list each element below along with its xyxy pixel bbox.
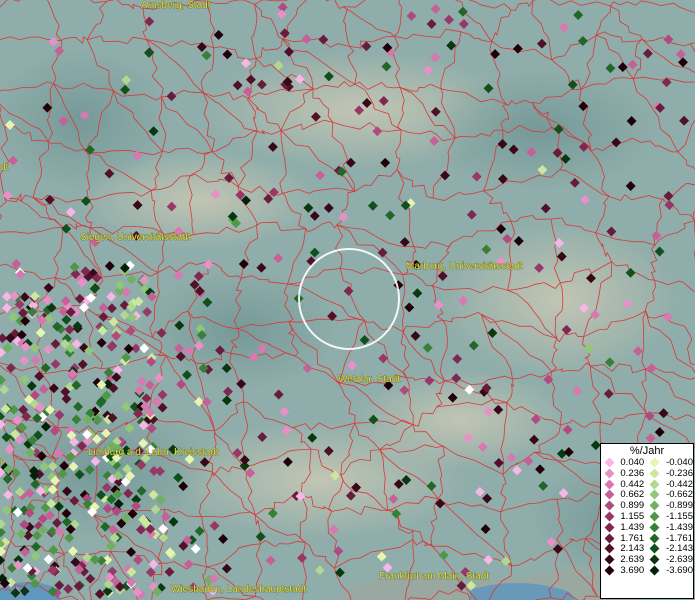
legend-swatch-positive [604, 479, 615, 490]
legend-value-negative: -1.439 [666, 521, 693, 533]
city-label-edge-1: dt [0, 162, 9, 173]
legend-swatch-negative [649, 511, 660, 522]
legend-swatch-positive [604, 500, 615, 511]
city-label-arnsberg: Arnsberg, Stadt [141, 0, 211, 11]
legend-swatch-negative [649, 565, 660, 576]
legend-swatch-negative [649, 522, 660, 533]
map-canvas[interactable]: Arnsberg, Stadt Siegen, Universitätsstad… [0, 0, 695, 600]
legend-row: 1.439 -1.439 [603, 521, 693, 534]
city-label-frankfurt: Frankfurt am Main, Stadt [379, 571, 489, 582]
legend-swatch-positive [604, 565, 615, 576]
legend-swatch-negative [649, 489, 660, 500]
legend-swatch-positive [604, 554, 615, 565]
legend-swatch-positive [604, 489, 615, 500]
legend-swatch-negative [649, 500, 660, 511]
city-label-siegen: Siegen, Universitätsstadt [80, 232, 191, 243]
city-label-marburg: Marburg, Universitätsstadt [406, 261, 523, 272]
legend-swatch-positive [604, 543, 615, 554]
legend-table: 0.040 -0.040 0.236 -0.236 0.442 -0.442 0.662 -0… [603, 457, 693, 577]
legend-value-positive: 0.236 [620, 467, 645, 479]
legend-swatch-negative [649, 533, 660, 544]
legend-row: 3.690 -3.690 [603, 564, 693, 577]
legend-swatch-negative [649, 457, 660, 468]
legend: %/Jahr 0.040 -0.040 0.236 -0.236 0.442 -0.442… [600, 443, 694, 599]
legend-row: 0.236 -0.236 [603, 467, 693, 480]
legend-swatch-negative [649, 479, 660, 490]
city-label-wetzlar: Wetzlar, Stadt [338, 374, 400, 385]
terrain-relief [0, 0, 695, 600]
legend-swatch-positive [604, 533, 615, 544]
legend-value-negative: -3.690 [666, 564, 693, 576]
legend-title: %/Jahr [629, 445, 665, 457]
legend-swatch-negative [649, 554, 660, 565]
legend-value-negative: -0.236 [666, 467, 693, 479]
legend-swatch-negative [649, 543, 660, 554]
legend-value-positive: 1.439 [620, 521, 645, 533]
legend-swatch-positive [604, 468, 615, 479]
legend-swatch-positive [604, 511, 615, 522]
legend-swatch-negative [649, 468, 660, 479]
city-label-edge-2: t [0, 457, 3, 468]
city-label-limburg: Limburg a.d. Lahn, Kreisstadt [88, 447, 219, 458]
legend-swatch-positive [604, 457, 615, 468]
legend-value-positive: 3.690 [620, 564, 645, 576]
legend-swatch-positive [604, 522, 615, 533]
city-label-wiesbaden: Wiesbaden, Landeshauptstadt [171, 584, 306, 595]
